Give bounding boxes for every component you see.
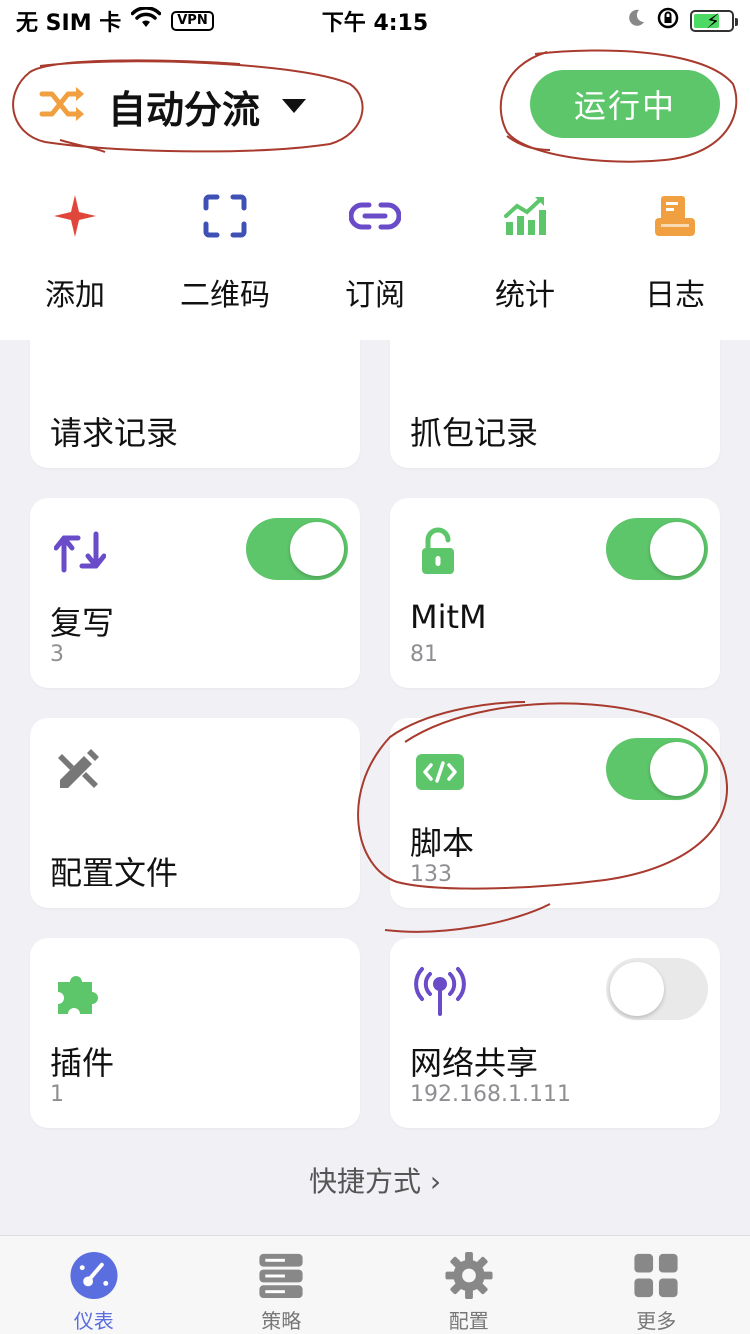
broadcast-icon <box>414 966 466 1018</box>
mitm-toggle[interactable] <box>606 518 708 580</box>
tab-config[interactable]: 配置 <box>375 1236 563 1334</box>
quick-action-qr[interactable]: 二维码 <box>150 182 300 332</box>
tab-bar: 仪表 策略 配置 更多 <box>0 1235 750 1334</box>
card-plugin[interactable]: 插件 1 <box>30 938 360 1128</box>
card-network-share[interactable]: 网络共享 192.168.1.111 <box>390 938 720 1128</box>
dashboard-icon <box>70 1251 118 1300</box>
run-status-button[interactable]: 运行中 <box>530 70 720 138</box>
card-title: 请求记录 <box>50 414 179 452</box>
dashboard-header: 自动分流 运行中 添加 二维码 订阅 统计 日志 <box>0 42 750 340</box>
card-mitm[interactable]: MitM 81 <box>390 498 720 688</box>
card-count: 81 <box>410 642 438 667</box>
tab-more[interactable]: 更多 <box>563 1236 750 1334</box>
card-title: 复写 <box>50 604 115 642</box>
card-rewrite[interactable]: 复写 3 <box>30 498 360 688</box>
card-title: 插件 <box>50 1044 115 1082</box>
script-toggle[interactable] <box>606 738 708 800</box>
card-address: 192.168.1.111 <box>410 1082 571 1107</box>
grid-icon <box>634 1253 678 1298</box>
card-title: MitM <box>410 598 487 636</box>
edit-pencil-icon <box>54 746 106 798</box>
rotation-lock-icon <box>656 6 680 36</box>
card-title: 抓包记录 <box>410 414 539 452</box>
code-icon <box>414 746 466 798</box>
chart-icon <box>499 190 551 242</box>
unlock-icon <box>414 526 466 578</box>
tab-label: 更多 <box>636 1309 677 1333</box>
quick-action-subscribe[interactable]: 订阅 <box>300 182 450 332</box>
status-bar: 无 SIM 卡 VPN 下午 4:15 ⚡ <box>0 0 750 42</box>
card-count: 3 <box>50 642 64 667</box>
network-share-toggle[interactable] <box>606 958 708 1020</box>
tab-label: 策略 <box>261 1309 302 1333</box>
quick-action-log[interactable]: 日志 <box>600 182 750 332</box>
quick-actions: 添加 二维码 订阅 统计 日志 <box>0 182 750 332</box>
tab-label: 仪表 <box>73 1309 114 1333</box>
tab-policy[interactable]: 策略 <box>188 1236 376 1334</box>
carrier-label: 无 SIM 卡 <box>16 11 122 36</box>
card-title: 网络共享 <box>410 1044 539 1082</box>
log-icon <box>649 190 701 242</box>
quick-action-label: 二维码 <box>180 278 270 313</box>
tab-label: 配置 <box>448 1309 489 1333</box>
tab-dashboard[interactable]: 仪表 <box>0 1236 188 1334</box>
card-title: 配置文件 <box>50 854 179 892</box>
shortcuts-link[interactable]: 快捷方式 › <box>0 1160 750 1200</box>
wifi-icon <box>131 6 162 35</box>
link-icon <box>349 190 401 242</box>
rewrite-toggle[interactable] <box>246 518 348 580</box>
shuffle-icon <box>38 84 90 128</box>
plus-icon <box>49 190 101 242</box>
card-title: 脚本 <box>410 824 475 862</box>
server-icon <box>259 1253 303 1299</box>
vpn-badge: VPN <box>171 11 214 31</box>
card-config-file[interactable]: 配置文件 <box>30 718 360 908</box>
mode-selector[interactable]: 自动分流 <box>38 78 307 134</box>
quick-action-label: 订阅 <box>345 278 405 313</box>
moon-icon <box>626 8 646 34</box>
quick-action-label: 添加 <box>45 278 105 313</box>
quick-action-label: 统计 <box>495 278 555 313</box>
puzzle-icon <box>54 966 106 1018</box>
gear-icon <box>445 1251 493 1300</box>
card-count: 133 <box>410 862 452 887</box>
quick-action-label: 日志 <box>645 278 705 313</box>
chevron-down-icon <box>282 99 307 113</box>
card-count: 1 <box>50 1082 64 1107</box>
quick-action-add[interactable]: 添加 <box>0 182 150 332</box>
mode-title: 自动分流 <box>108 87 261 132</box>
card-script[interactable]: 脚本 133 <box>390 718 720 908</box>
rewrite-icon <box>53 526 107 578</box>
qr-scan-icon <box>199 190 251 242</box>
battery-icon: ⚡ <box>690 9 738 33</box>
quick-action-stats[interactable]: 统计 <box>450 182 600 332</box>
